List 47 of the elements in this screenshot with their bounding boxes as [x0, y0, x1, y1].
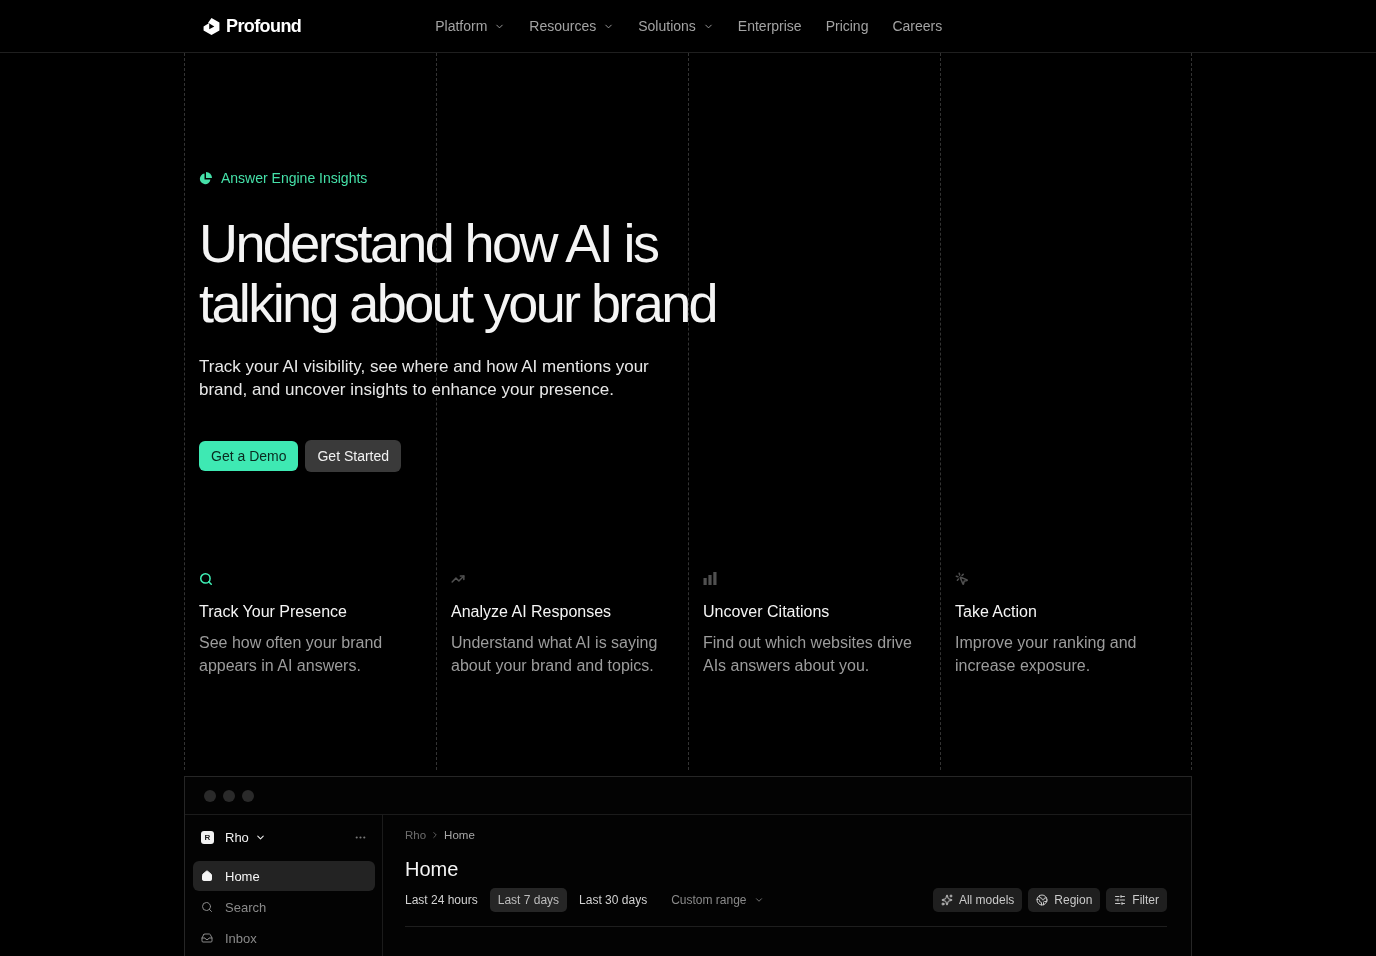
nav-link[interactable]: Solutions: [638, 18, 714, 34]
nav-link[interactable]: Careers: [892, 18, 943, 34]
start-button[interactable]: Get Started: [305, 440, 402, 472]
inbox-icon: [201, 932, 213, 944]
globe-icon: [1036, 894, 1049, 906]
nav-link[interactable]: Enterprise: [737, 18, 802, 34]
custom-range-dropdown[interactable]: Custom range: [663, 888, 772, 912]
filter-toolbar-button[interactable]: Region: [1028, 888, 1101, 912]
nav-link[interactable]: Resources: [529, 18, 615, 34]
window-dot-icon: [242, 789, 254, 802]
nav-link[interactable]: Pricing: [825, 18, 869, 34]
logo-icon: [203, 17, 220, 35]
hero-description: Track your AI visibility, see where and how AI mentions your brand, and uncover insights to enhance your presence.: [199, 356, 650, 401]
filter-toolbar-button[interactable]: All models: [932, 888, 1023, 912]
feature-title: Uncover Citations: [703, 602, 830, 622]
workspace-switcher[interactable]: R Rho: [201, 829, 266, 845]
sidebar-item[interactable]: Home: [193, 861, 375, 891]
workspace-avatar: R: [201, 830, 214, 844]
demo-button[interactable]: Get a Demo: [199, 441, 299, 471]
breadcrumb-link[interactable]: Rho: [405, 829, 427, 841]
home-icon: [201, 870, 213, 882]
time-range-tab[interactable]: Last 30 days: [571, 888, 656, 912]
chevron-down-icon: [753, 895, 764, 905]
nav-link[interactable]: Platform: [435, 18, 506, 34]
breadcrumb-link[interactable]: Home: [444, 829, 475, 841]
time-range-tab[interactable]: Last 7 days: [489, 888, 568, 912]
feature-description: Understand what AI is saying about your brand and topics.: [451, 633, 659, 676]
window-dot-icon: [223, 789, 235, 802]
sidebar-item[interactable]: Search: [193, 892, 375, 922]
sidebar-item[interactable]: Inbox: [193, 923, 375, 953]
sparkle-icon: [940, 894, 953, 906]
feature-title: Take Action: [955, 602, 1037, 622]
search-icon: [201, 901, 213, 913]
feature-description: Improve your ranking and increase exposure.: [955, 633, 1138, 676]
time-range-tab[interactable]: Last 24 hours: [397, 888, 486, 912]
brand-logo-link[interactable]: Profound: [203, 15, 302, 37]
sliders-icon: [1114, 894, 1127, 906]
eyebrow-label: Answer Engine Insights: [221, 169, 368, 187]
filter-toolbar-button[interactable]: Filter: [1106, 888, 1167, 912]
page-title: Home: [405, 857, 460, 882]
window-dot-icon: [204, 789, 216, 802]
feature-description: Find out which websites drive AIs answers about you.: [703, 633, 913, 676]
hero-heading: Understand how AI is talking about your brand: [199, 213, 717, 333]
feature-description: See how often your brand appears in AI answers.: [199, 633, 384, 676]
pie-chart-icon: [199, 171, 212, 185]
feature-title: Track Your Presence: [199, 602, 347, 622]
feature-title: Analyze AI Responses: [451, 602, 612, 622]
